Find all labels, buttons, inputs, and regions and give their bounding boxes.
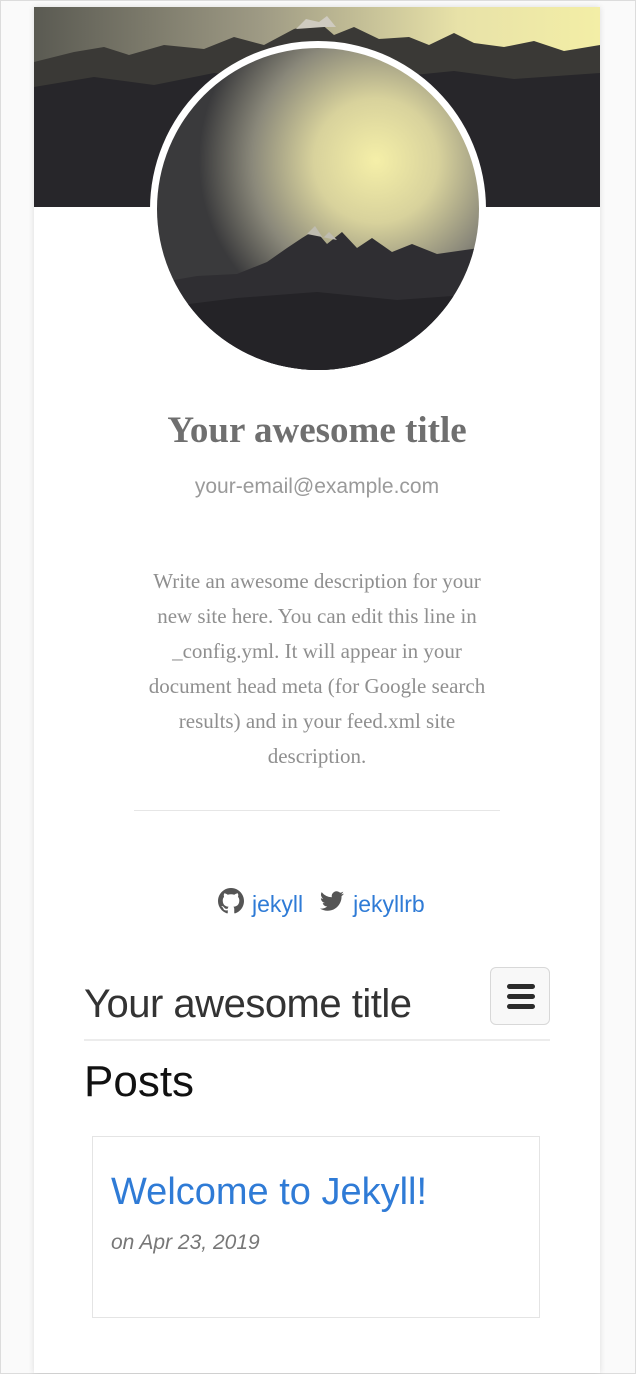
navbar-brand-link[interactable]: Your awesome title [84, 982, 412, 1027]
post-card: Welcome to Jekyll! on Apr 23, 2019 [92, 1136, 540, 1318]
hamburger-menu-button[interactable] [490, 967, 550, 1025]
posts-heading: Posts [84, 1057, 195, 1106]
github-icon [218, 888, 244, 920]
github-username: jekyll [252, 890, 304, 917]
twitter-username: jekyllrb [353, 890, 425, 917]
avatar-image [157, 48, 479, 370]
twitter-link[interactable]: jekyllrb [319, 889, 425, 919]
site-description: Write an awesome description for your ne… [148, 569, 486, 768]
page-container: Your awesome title your-email@example.co… [34, 7, 600, 1373]
post-title-link[interactable]: Welcome to Jekyll! [111, 1171, 427, 1214]
github-link[interactable]: jekyll [218, 888, 303, 920]
site-title: Your awesome title [167, 410, 467, 451]
top-navbar: Your awesome title [84, 965, 550, 1041]
social-links: jekyll jekyllrb [218, 887, 425, 921]
email-text: your-email@example.com [194, 475, 440, 498]
post-date: on Apr 23, 2019 [111, 1231, 260, 1254]
twitter-icon [319, 889, 345, 919]
section-divider [134, 810, 500, 811]
